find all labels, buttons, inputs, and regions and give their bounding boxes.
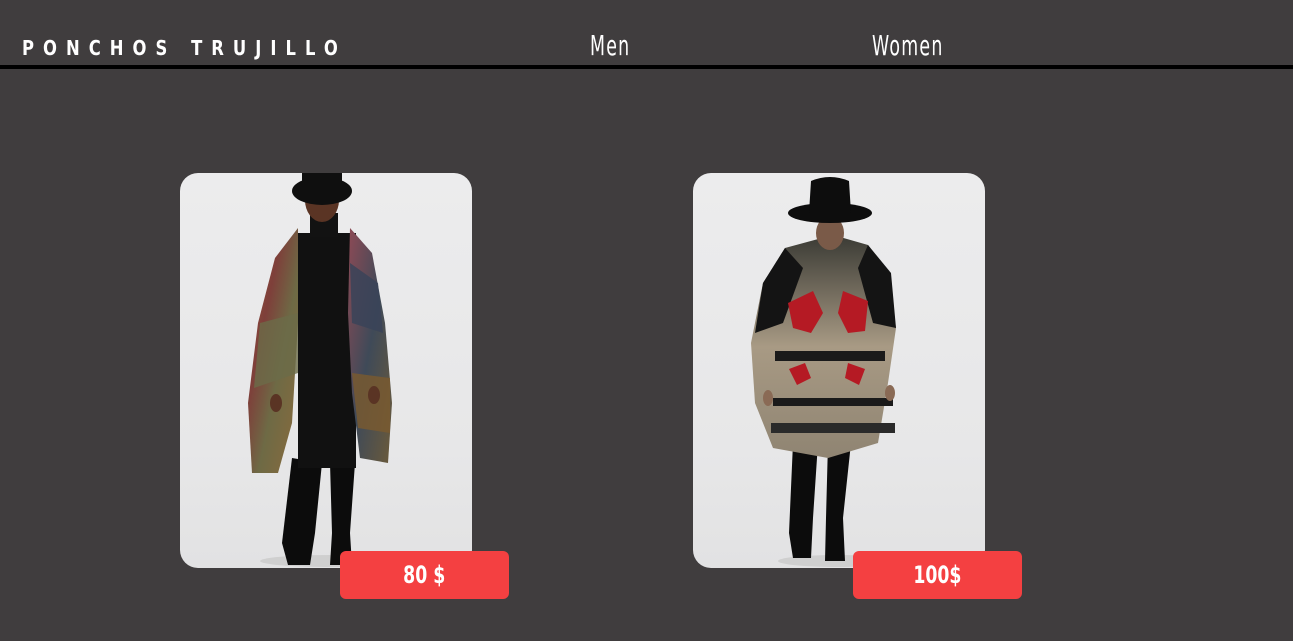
price-button-2[interactable]: 100$: [853, 551, 1022, 599]
price-button-1[interactable]: 80 $: [340, 551, 509, 599]
product-card-1[interactable]: [180, 173, 472, 568]
product-card-2[interactable]: [693, 173, 985, 568]
brand-logo[interactable]: PONCHOS TRUJILLO: [22, 36, 347, 60]
header-divider: [0, 65, 1293, 69]
price-label-1: 80 $: [403, 561, 446, 589]
site-header: PONCHOS TRUJILLO Men Women: [0, 0, 1293, 66]
page: PONCHOS TRUJILLO Men Women 80 $ 100$: [0, 0, 1293, 641]
price-label-2: 100$: [913, 561, 962, 589]
product-photo-2: [751, 177, 898, 567]
nav-link-women[interactable]: Women: [872, 29, 944, 62]
nav-link-men[interactable]: Men: [590, 29, 630, 62]
product-photo-1: [248, 173, 400, 567]
